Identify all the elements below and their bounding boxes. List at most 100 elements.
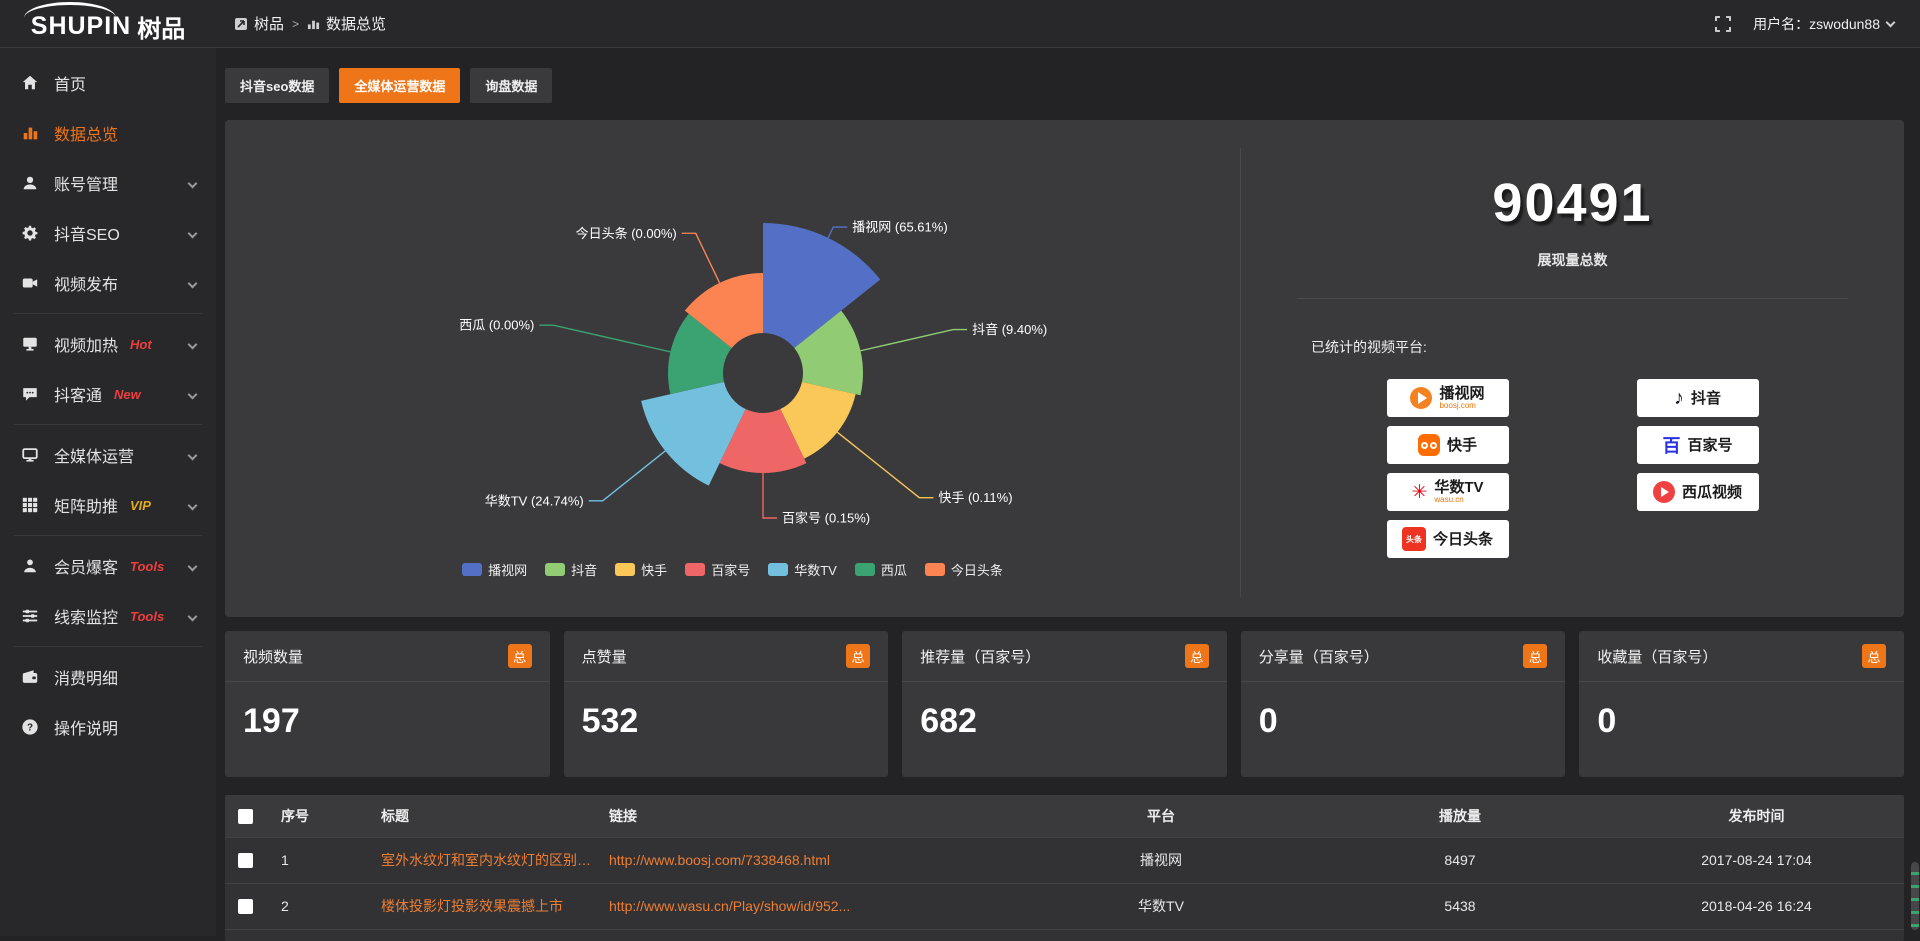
legend-label: 今日头条 — [951, 560, 1003, 579]
cell-publish-time: 2017-08-24 17:04 — [1609, 837, 1904, 883]
legend-item[interactable]: 西瓜 — [855, 560, 907, 579]
platform-name: 华数TV — [1434, 480, 1483, 495]
column-header-link: 链接 — [593, 795, 1011, 837]
legend-item[interactable]: 今日头条 — [925, 560, 1003, 579]
pie-label: 今日头条 (0.00%) — [576, 226, 677, 241]
tools-badge: Tools — [130, 559, 164, 574]
sidebar-item-instructions[interactable]: ? 操作说明 — [0, 702, 216, 752]
question-icon: ? — [20, 718, 40, 736]
column-header-title: 标题 — [365, 795, 593, 837]
wallet-icon — [20, 668, 40, 686]
sidebar-item-member-burst[interactable]: 会员爆客 Tools — [0, 541, 216, 591]
platform-name: 今日头条 — [1433, 532, 1493, 547]
chevron-down-icon — [188, 278, 198, 288]
pie-label-line — [860, 330, 967, 351]
rose-pie-chart[interactable]: 播视网 (65.61%)抖音 (9.40%)快手 (0.11%)百家号 (0.1… — [225, 120, 1240, 617]
cell-url-link[interactable]: http://www.wasu.cn/Play/show/id/952... — [593, 883, 1011, 929]
legend-label: 西瓜 — [881, 560, 907, 579]
table-header-row: 序号 标题 链接 平台 播放量 发布时间 — [225, 795, 1904, 837]
app-mini-icon — [234, 17, 248, 31]
legend-swatch — [925, 563, 945, 576]
stat-card-video-count: 视频数量总 197 — [225, 631, 550, 777]
pie-slice-华数TV[interactable] — [641, 382, 746, 486]
sidebar-item-lead-monitor[interactable]: 线索监控 Tools — [0, 591, 216, 641]
xigua-logo-icon — [1653, 481, 1675, 503]
video-camera-icon — [20, 274, 40, 292]
impressions-total-label: 展现量总数 — [1241, 250, 1904, 270]
breadcrumb-current[interactable]: 数据总览 — [326, 13, 386, 34]
topbar: SHUPIN 树品 树品 > 数据总览 用户名：zswodun88 — [0, 0, 1920, 48]
table-row-partial — [225, 929, 1904, 941]
sidebar-item-account-mgmt[interactable]: 账号管理 — [0, 158, 216, 208]
cell-publish-time: 2018-04-26 16:24 — [1609, 883, 1904, 929]
stat-card-title: 收藏量（百家号） — [1597, 646, 1717, 667]
stat-card-value: 682 — [902, 682, 1227, 741]
chevron-down-icon — [1886, 17, 1896, 27]
overview-panel: 播视网 (65.61%)抖音 (9.40%)快手 (0.11%)百家号 (0.1… — [225, 120, 1904, 617]
cell-title-link[interactable]: 楼体投影灯投影效果震撼上市 — [365, 883, 593, 929]
stat-card-title: 推荐量（百家号） — [920, 646, 1040, 667]
videos-table: 序号 标题 链接 平台 播放量 发布时间 1 室外水纹灯和室内水纹灯的区别和简介… — [225, 795, 1904, 941]
pie-label: 播视网 (65.61%) — [852, 220, 947, 235]
bar-chart-icon — [20, 124, 40, 142]
sidebar-item-home[interactable]: 首页 — [0, 58, 216, 108]
legend-item[interactable]: 快手 — [615, 560, 667, 579]
sidebar-item-media-operation[interactable]: 全媒体运营 — [0, 430, 216, 480]
sidebar-divider — [14, 646, 202, 647]
legend-item[interactable]: 抖音 — [545, 560, 597, 579]
cell-platform: 播视网 — [1011, 837, 1311, 883]
platform-sub: boosj.com — [1439, 401, 1484, 410]
platform-sub: wasu.cn — [1434, 495, 1483, 504]
app-logo: SHUPIN 树品 — [0, 0, 216, 48]
row-checkbox[interactable] — [238, 853, 253, 868]
platform-name: 抖音 — [1691, 391, 1721, 406]
stat-card-value: 0 — [1241, 682, 1566, 741]
breadcrumb: 树品 > 数据总览 — [234, 13, 386, 34]
home-icon — [20, 74, 40, 92]
sidebar-item-douyin-seo[interactable]: 抖音SEO — [0, 208, 216, 258]
tab-douyin-seo-data[interactable]: 抖音seo数据 — [225, 68, 329, 103]
page-scrollbar-thumb[interactable] — [1911, 862, 1919, 930]
legend-label: 播视网 — [488, 560, 527, 579]
legend-item[interactable]: 百家号 — [685, 560, 750, 579]
cell-url-link[interactable]: http://www.boosj.com/7338468.html — [593, 837, 1011, 883]
cell-platform: 华数TV — [1011, 883, 1311, 929]
user-icon — [20, 174, 40, 192]
legend-label: 快手 — [641, 560, 667, 579]
tab-inquiry-data[interactable]: 询盘数据 — [470, 68, 552, 103]
baijiahao-logo-icon: 百 — [1662, 432, 1680, 458]
row-checkbox[interactable] — [238, 899, 253, 914]
platform-badge-kuaishou: 快手 — [1387, 426, 1509, 464]
total-badge: 总 — [508, 644, 532, 668]
legend-item[interactable]: 华数TV — [768, 560, 837, 579]
fullscreen-icon[interactable] — [1715, 16, 1731, 32]
user-menu[interactable]: 用户名：zswodun88 — [1753, 14, 1894, 34]
sidebar-item-spending-details[interactable]: 消费明细 — [0, 652, 216, 702]
screen-icon — [20, 335, 40, 353]
chevron-down-icon — [188, 561, 198, 571]
sidebar-item-douketong[interactable]: 抖客通 New — [0, 369, 216, 419]
monitor-icon — [20, 446, 40, 464]
select-all-checkbox[interactable] — [238, 809, 253, 824]
sidebar-item-data-overview[interactable]: 数据总览 — [0, 108, 216, 158]
sidebar-item-label: 操作说明 — [54, 715, 118, 739]
sidebar-item-video-heating[interactable]: 视频加热 Hot — [0, 319, 216, 369]
stat-card-value: 0 — [1579, 682, 1904, 741]
total-badge: 总 — [1185, 644, 1209, 668]
chart-legend: 播视网 抖音 快手 百家号 华数TV 西瓜 今日头条 — [225, 560, 1240, 579]
svg-text:?: ? — [27, 723, 33, 734]
total-badge: 总 — [846, 644, 870, 668]
cell-index: 1 — [265, 837, 365, 883]
cell-title-link[interactable]: 室外水纹灯和室内水纹灯的区别和简介 — [365, 837, 593, 883]
legend-item[interactable]: 播视网 — [462, 560, 527, 579]
sidebar-item-label: 会员爆客 — [54, 554, 118, 578]
platform-name: 西瓜视频 — [1682, 485, 1742, 500]
platform-badges: 播视网boosj.com 快手 ✳ 华数TVwasu.cn 头条 今日头条 — [1241, 379, 1904, 558]
legend-label: 华数TV — [794, 560, 837, 579]
boosj-logo-icon — [1410, 387, 1432, 409]
sidebar-item-video-publish[interactable]: 视频发布 — [0, 258, 216, 308]
tab-media-operation-data[interactable]: 全媒体运营数据 — [339, 68, 460, 103]
breadcrumb-root[interactable]: 树品 — [254, 13, 284, 34]
sidebar-item-matrix-boost[interactable]: 矩阵助推 VIP — [0, 480, 216, 530]
platform-badge-baijiahao: 百 百家号 — [1637, 426, 1759, 464]
